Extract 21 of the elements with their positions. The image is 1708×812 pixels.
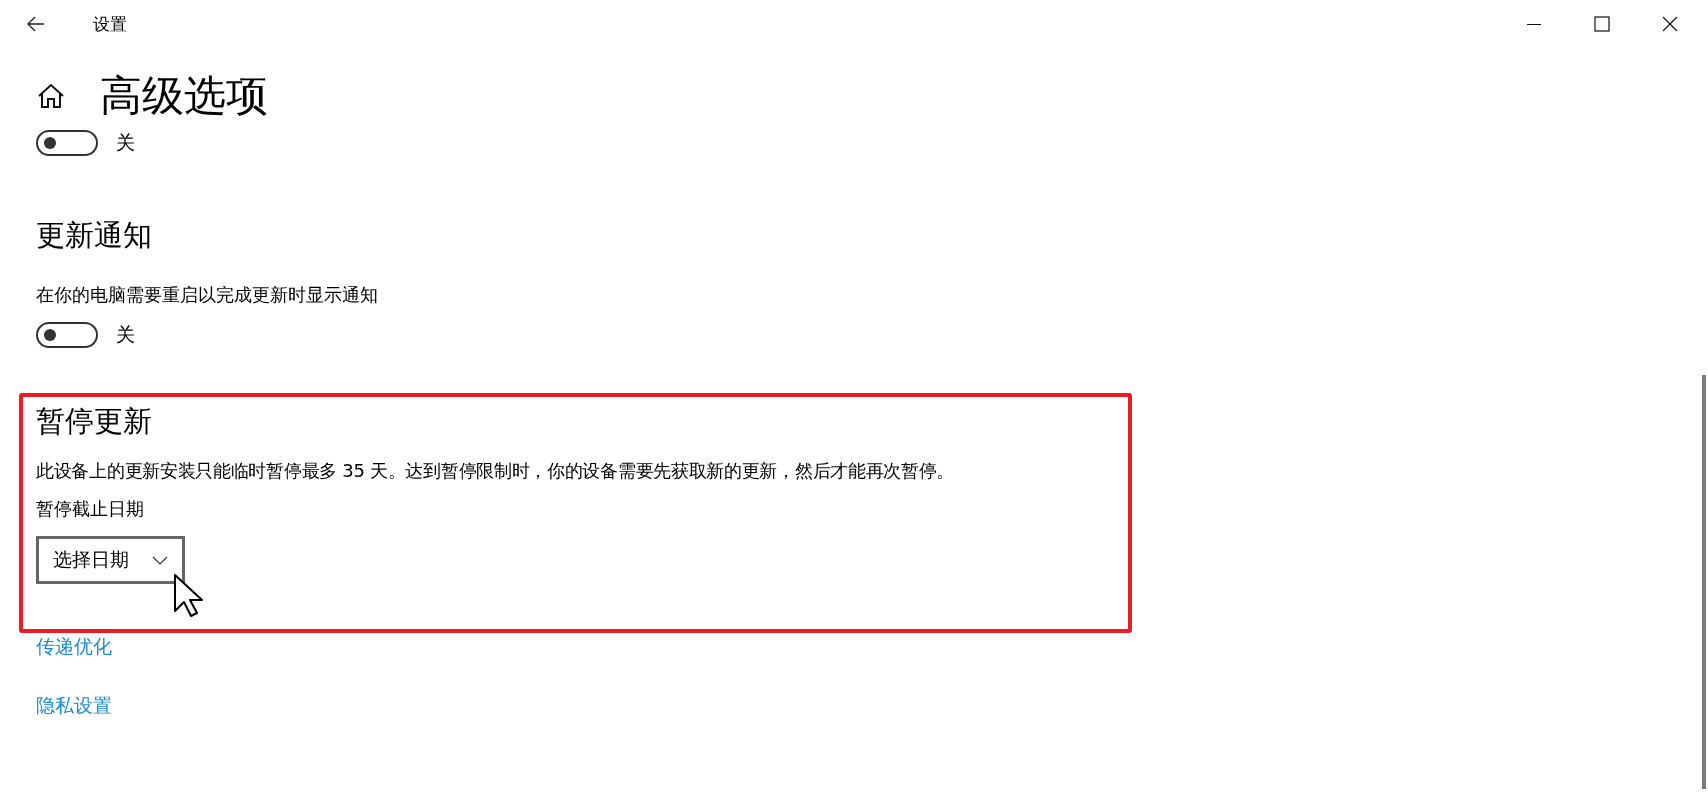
toggle-label: 关 xyxy=(116,322,135,347)
settings-link[interactable]: 隐私设置 xyxy=(36,692,112,718)
chevron-down-icon xyxy=(152,555,168,565)
back-arrow-icon[interactable] xyxy=(27,16,45,32)
home-icon[interactable] xyxy=(37,83,65,109)
section-heading: 更新通知 xyxy=(36,217,153,254)
window-title: 设置 xyxy=(93,12,127,36)
scrollbar[interactable] xyxy=(1702,375,1706,789)
toggle-switch[interactable] xyxy=(36,130,98,156)
pause-description: 此设备上的更新安装只能临时暂停最多 35 天。达到暂停限制时，你的设备需要先获取新的更新，然后才能再次暂停。 xyxy=(36,459,956,483)
field-label: 暂停截止日期 xyxy=(36,497,145,521)
settings-link[interactable]: 传递优化 xyxy=(36,633,112,659)
maximize-icon[interactable] xyxy=(1594,16,1610,32)
section-heading: 暂停更新 xyxy=(36,403,153,440)
page-title: 高级选项 xyxy=(100,70,268,122)
date-dropdown[interactable]: 选择日期 xyxy=(36,536,185,584)
close-icon[interactable] xyxy=(1662,16,1678,32)
toggle-switch[interactable] xyxy=(36,322,98,348)
setting-description: 在你的电脑需要重启以完成更新时显示通知 xyxy=(36,283,379,307)
toggle-label: 关 xyxy=(116,130,135,155)
cursor-icon xyxy=(173,573,203,617)
